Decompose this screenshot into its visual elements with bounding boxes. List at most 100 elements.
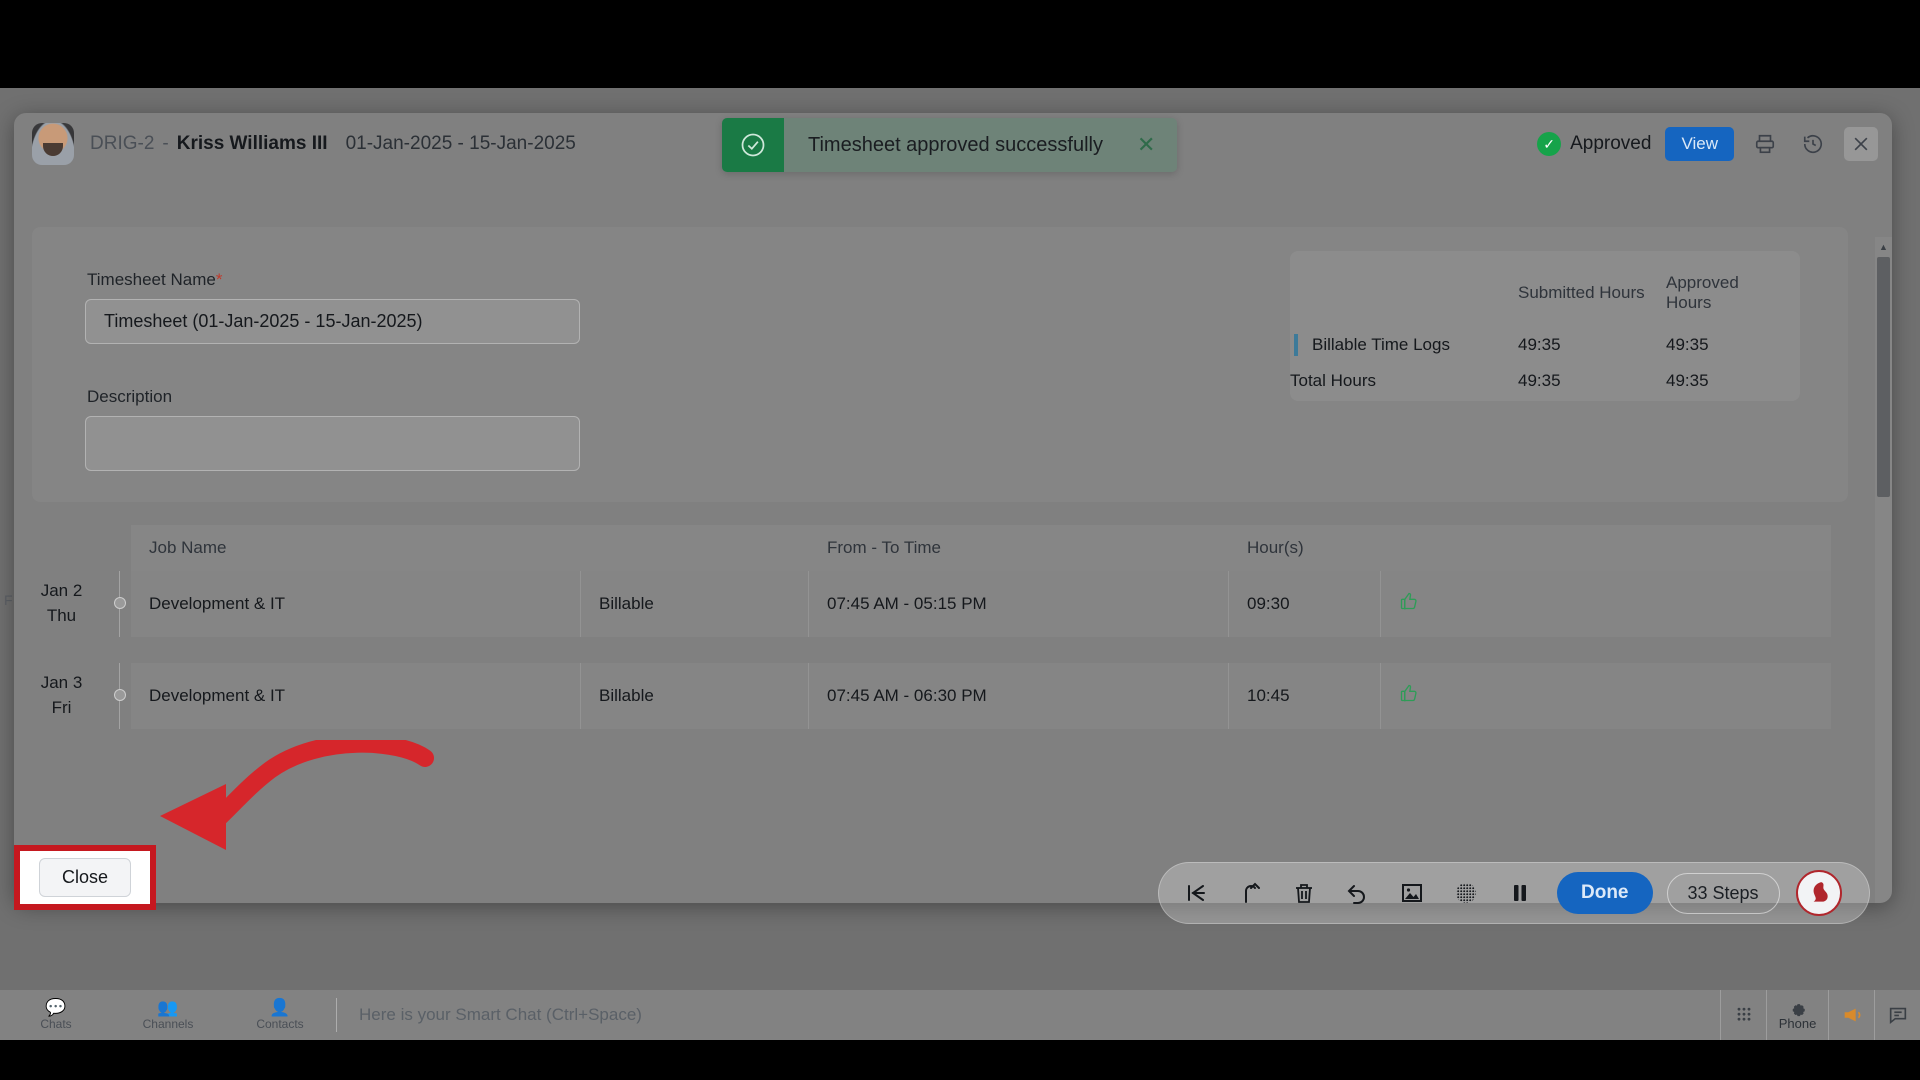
- halftone-icon[interactable]: [1443, 871, 1489, 915]
- column-header-from-to: From - To Time: [827, 538, 941, 557]
- chatbar-tab-label: Contacts: [256, 1017, 304, 1031]
- smart-chat-bar: 💬 Chats 👥 Channels 👤 Contacts Here is yo…: [0, 990, 1920, 1040]
- chatbar-tab-chats[interactable]: 💬 Chats: [0, 990, 112, 1040]
- timesheet-code: DRIG-2: [90, 133, 155, 154]
- message-icon[interactable]: [1874, 990, 1920, 1040]
- smart-chat-input[interactable]: Here is your Smart Chat (Ctrl+Space): [337, 990, 1720, 1040]
- cell-job-name: Development & IT: [131, 663, 581, 729]
- status-label: Approved: [1570, 133, 1652, 154]
- table-row-cells: Development & IT Billable 07:45 AM - 06:…: [131, 663, 1831, 729]
- summary-row-approved: 49:35: [1666, 335, 1709, 354]
- view-button[interactable]: View: [1665, 127, 1734, 161]
- summary-col-submitted: Submitted Hours: [1518, 283, 1645, 302]
- chatbar-right-icons: Phone: [1720, 990, 1920, 1040]
- column-header-actions: [1381, 525, 1681, 571]
- cell-billable: Billable: [581, 571, 809, 637]
- summary-accent-bar: [1294, 334, 1298, 356]
- row-date: Jan 3 Fri: [14, 663, 109, 729]
- cell-hours: 10:45: [1229, 663, 1381, 729]
- check-circle-icon: [722, 118, 784, 172]
- employee-name: Kriss Williams III: [176, 133, 328, 154]
- chatbar-tab-label: Channels: [142, 1017, 194, 1031]
- table-row-cells: Development & IT Billable 07:45 AM - 05:…: [131, 571, 1831, 637]
- row-date: Jan 2 Thu: [14, 571, 109, 637]
- summary-col-blank: [1290, 267, 1518, 327]
- timeline-dot-icon: [114, 689, 126, 701]
- chatbar-tab-label: Chats: [40, 1017, 72, 1031]
- status-badge: ✓ Approved: [1537, 132, 1651, 156]
- summary-row-label: Total Hours: [1290, 371, 1376, 390]
- modal-body: Timesheet Name* Description Submitted Ho…: [14, 175, 1892, 903]
- done-button[interactable]: Done: [1557, 872, 1653, 914]
- success-toast: Timesheet approved successfully ✕: [722, 118, 1178, 172]
- table-header-row: Job Name From - To Time Hour(s): [131, 525, 1831, 571]
- scrollbar-thumb[interactable]: [1877, 257, 1890, 497]
- page-title: DRIG-2 - Kriss Williams III 01-Jan-2025 …: [90, 133, 576, 155]
- person-icon: 👤: [269, 998, 291, 1017]
- description-input[interactable]: [85, 416, 580, 471]
- pause-icon[interactable]: [1497, 871, 1543, 915]
- description-label: Description: [87, 387, 173, 406]
- close-icon[interactable]: [1844, 127, 1878, 161]
- history-icon[interactable]: [1796, 127, 1830, 161]
- cell-actions: [1381, 571, 1681, 637]
- chatbar-tab-channels[interactable]: 👥 Channels: [112, 990, 224, 1040]
- trash-icon[interactable]: [1281, 871, 1327, 915]
- megaphone-icon[interactable]: [1828, 990, 1874, 1040]
- column-header-billable: [581, 525, 809, 571]
- hours-summary-panel: Submitted Hours Approved Hours Billable …: [1290, 251, 1800, 401]
- cell-billable: Billable: [581, 663, 809, 729]
- thumbs-up-icon[interactable]: [1399, 683, 1419, 709]
- close-button[interactable]: Close: [38, 858, 132, 897]
- toast-message: Timesheet approved successfully: [808, 133, 1103, 156]
- toast-body: Timesheet approved successfully ✕: [784, 118, 1178, 172]
- summary-row: Total Hours 49:35 49:35: [1290, 363, 1776, 399]
- summary-row-approved: 49:35: [1666, 371, 1709, 390]
- timeline-rail: [109, 571, 131, 637]
- summary-header-row: Submitted Hours Approved Hours: [1290, 267, 1776, 327]
- scroll-up-icon[interactable]: ▲: [1875, 239, 1892, 255]
- summary-row-submitted: 49:35: [1518, 335, 1561, 354]
- skip-to-start-icon[interactable]: [1173, 871, 1219, 915]
- arrow-up-right-icon[interactable]: [1227, 871, 1273, 915]
- column-header-job-name: Job Name: [149, 538, 227, 557]
- summary-row-label-text: Billable Time Logs: [1312, 335, 1450, 354]
- title-separator: -: [162, 133, 169, 154]
- summary-row: Billable Time Logs 49:35 49:35: [1290, 327, 1776, 363]
- timesheet-name-label: Timesheet Name*: [87, 270, 222, 290]
- phone-label: Phone: [1778, 1015, 1817, 1031]
- undo-icon[interactable]: [1335, 871, 1381, 915]
- row-date-day: Jan 3: [40, 673, 83, 693]
- column-header-hours: Hour(s): [1247, 538, 1304, 557]
- cell-actions: [1381, 663, 1681, 729]
- date-range: 01-Jan-2025 - 15-Jan-2025: [345, 133, 576, 154]
- summary-col-approved: Approved Hours: [1666, 273, 1739, 312]
- timesheet-name-label-text: Timesheet Name: [87, 270, 216, 289]
- dialpad-icon[interactable]: [1720, 990, 1766, 1040]
- screen-bottom-bezel: [0, 1040, 1920, 1080]
- header-actions: ✓ Approved View: [1537, 127, 1882, 161]
- check-circle-icon: ✓: [1537, 132, 1562, 156]
- steps-counter[interactable]: 33 Steps: [1666, 872, 1780, 914]
- timesheet-name-input[interactable]: [85, 299, 580, 344]
- thumbs-up-icon[interactable]: [1399, 591, 1419, 617]
- summary-row-label: Billable Time Logs: [1290, 327, 1518, 363]
- row-spacer: [14, 637, 1892, 663]
- cell-from-to-time: 07:45 AM - 05:15 PM: [809, 571, 1229, 637]
- app-logo-icon[interactable]: [1795, 870, 1842, 916]
- close-icon[interactable]: ✕: [1137, 134, 1155, 156]
- chat-bubble-icon: 💬: [45, 998, 67, 1017]
- timesheet-modal: DRIG-2 - Kriss Williams III 01-Jan-2025 …: [14, 113, 1892, 903]
- phone-settings-button[interactable]: Phone: [1766, 990, 1828, 1040]
- timeline-rail: [109, 663, 131, 729]
- image-icon[interactable]: [1389, 871, 1435, 915]
- avatar: [32, 123, 74, 165]
- printer-icon[interactable]: [1748, 127, 1782, 161]
- modal-scrollbar[interactable]: ▲ ▼: [1875, 237, 1892, 903]
- table-row[interactable]: Jan 2 Thu Development & IT Billable 07:4…: [14, 571, 1892, 637]
- table-row[interactable]: Jan 3 Fri Development & IT Billable 07:4…: [14, 663, 1892, 729]
- timeline-dot-icon: [114, 597, 126, 609]
- chatbar-tab-contacts[interactable]: 👤 Contacts: [224, 990, 336, 1040]
- group-icon: 👥: [157, 998, 179, 1017]
- details-card: Timesheet Name* Description Submitted Ho…: [32, 227, 1848, 502]
